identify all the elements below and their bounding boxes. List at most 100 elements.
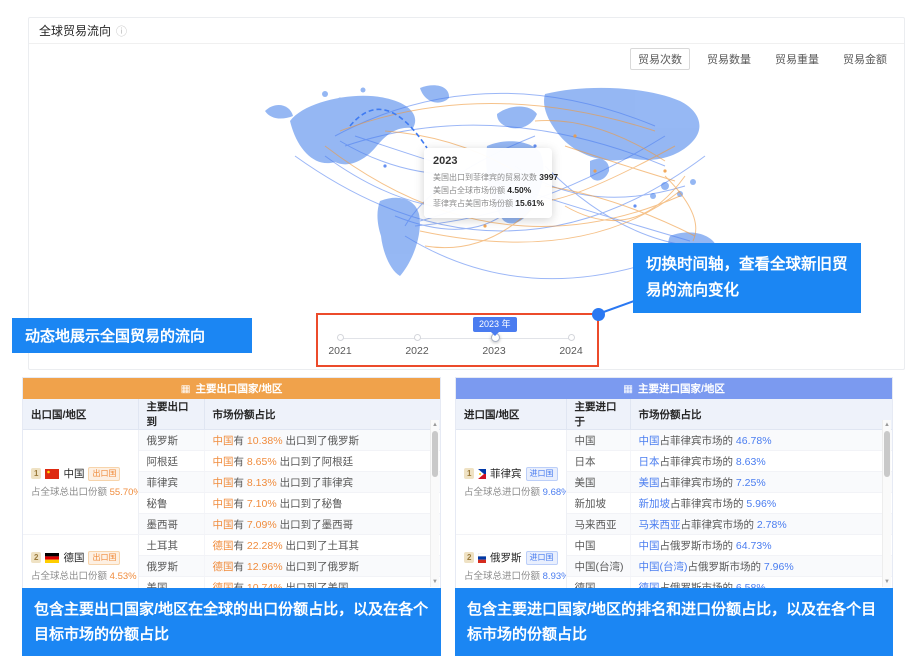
export-table-scrollbar[interactable]: ▲ ▼ bbox=[430, 420, 439, 587]
partner-country-cell: 马来西亚 bbox=[566, 514, 630, 535]
partner-country-cell: 日本 bbox=[566, 451, 630, 472]
country-name: 德国 bbox=[63, 550, 84, 565]
partner-country-cell: 阿根廷 bbox=[138, 451, 204, 472]
import-table-scrollbar[interactable]: ▲ ▼ bbox=[882, 420, 891, 587]
col-export-share: 市场份额占比 bbox=[204, 399, 440, 430]
timeline-value-tooltip: 2023 年 bbox=[473, 317, 517, 332]
country-role-tag: 出口国 bbox=[88, 467, 120, 481]
annotation-import-table: 包含主要进口国家/地区的排名和进口份额占比，以及在各个目标市场的份额占比 bbox=[455, 588, 893, 656]
year-label-2023[interactable]: 2023 bbox=[474, 345, 514, 357]
partner-country-cell: 菲律宾 bbox=[138, 472, 204, 493]
import-table: ▦ 主要进口国家/地区 进口国/地区 主要进口于 市场份额占比 1菲律宾进口国占… bbox=[455, 377, 893, 589]
market-share-cell: 新加坡占菲律宾市场的 5.96% bbox=[630, 493, 892, 514]
page: 全球贸易流向 ⓘ 贸易次数 贸易数量 贸易重量 贸易金额 bbox=[0, 0, 913, 658]
scroll-up-icon[interactable]: ▲ bbox=[883, 420, 891, 430]
col-import-country: 进口国/地区 bbox=[456, 399, 566, 430]
table-row: 1菲律宾进口国占全球总进口份额 9.68%中国中国占菲律宾市场的 46.78% bbox=[456, 430, 892, 451]
year-label-2024[interactable]: 2024 bbox=[551, 345, 591, 357]
partner-country-cell: 土耳其 bbox=[138, 535, 204, 556]
rank-badge: 2 bbox=[31, 552, 41, 563]
flag-china bbox=[45, 469, 59, 479]
market-share-cell: 德国有 12.96% 出口到了俄罗斯 bbox=[204, 556, 440, 577]
col-import-share: 市场份额占比 bbox=[630, 399, 892, 430]
market-share-cell: 中国有 10.38% 出口到了俄罗斯 bbox=[204, 430, 440, 451]
metric-button-amount[interactable]: 贸易金额 bbox=[836, 49, 894, 69]
scrollbar-thumb[interactable] bbox=[432, 431, 438, 477]
tooltip-line-market-share: 菲律宾占美国市场份额 15.61% bbox=[433, 197, 543, 210]
table-icon: ▦ bbox=[623, 383, 633, 395]
country-name: 俄罗斯 bbox=[490, 550, 522, 565]
table-icon: ▦ bbox=[181, 383, 191, 395]
table-row: 1中国出口国占全球总出口份额 55.70%俄罗斯中国有 10.38% 出口到了俄… bbox=[23, 430, 440, 451]
market-share-cell: 日本占菲律宾市场的 8.63% bbox=[630, 451, 892, 472]
market-share-cell: 美国占菲律宾市场的 7.25% bbox=[630, 472, 892, 493]
partner-country-cell: 墨西哥 bbox=[138, 514, 204, 535]
market-share-cell: 马来西亚占菲律宾市场的 2.78% bbox=[630, 514, 892, 535]
timeline-tick-2022[interactable] bbox=[414, 334, 421, 341]
partner-country-cell: 中国(台湾) bbox=[566, 556, 630, 577]
country-name: 中国 bbox=[63, 466, 84, 481]
col-import-source: 主要进口于 bbox=[566, 399, 630, 430]
market-share-cell: 中国有 8.65% 出口到了阿根廷 bbox=[204, 451, 440, 472]
market-share-cell: 中国(台湾)占俄罗斯市场的 7.96% bbox=[630, 556, 892, 577]
tooltip-line-count: 美国出口到菲律宾的贸易次数 3997 bbox=[433, 171, 543, 184]
partner-country-cell: 中国 bbox=[566, 430, 630, 451]
market-share-cell: 中国有 7.09% 出口到了墨西哥 bbox=[204, 514, 440, 535]
metric-button-weight[interactable]: 贸易重量 bbox=[768, 49, 826, 69]
annotation-map-flow: 动态地展示全国贸易的流向 bbox=[12, 318, 252, 353]
partner-country-cell: 美国 bbox=[566, 472, 630, 493]
timeline-slider[interactable] bbox=[340, 338, 572, 339]
tooltip-line-global-share: 美国占全球市场份额 4.50% bbox=[433, 184, 543, 197]
market-share-cell: 中国有 7.10% 出口到了秘鲁 bbox=[204, 493, 440, 514]
export-table-title: ▦ 主要出口国家/地区 bbox=[23, 378, 440, 399]
global-share: 占全球总进口份额 9.68% bbox=[464, 484, 558, 498]
scroll-down-icon[interactable]: ▼ bbox=[431, 577, 439, 587]
card-header: 全球贸易流向 ⓘ bbox=[29, 18, 904, 44]
partner-country-cell: 秘鲁 bbox=[138, 493, 204, 514]
timeline-tick-2024[interactable] bbox=[568, 334, 575, 341]
metric-button-quantity[interactable]: 贸易数量 bbox=[700, 49, 758, 69]
year-label-2021[interactable]: 2021 bbox=[320, 345, 360, 357]
country-role-tag: 出口国 bbox=[88, 551, 120, 565]
country-role-tag: 进口国 bbox=[526, 551, 558, 565]
page-title: 全球贸易流向 bbox=[39, 22, 111, 39]
table-row: 2俄罗斯进口国占全球总进口份额 8.93%中国中国占俄罗斯市场的 64.73% bbox=[456, 535, 892, 556]
scroll-up-icon[interactable]: ▲ bbox=[431, 420, 439, 430]
global-share: 占全球总出口份额 4.53% bbox=[31, 568, 130, 582]
market-share-cell: 中国占俄罗斯市场的 64.73% bbox=[630, 535, 892, 556]
metric-toolbar: 贸易次数 贸易数量 贸易重量 贸易金额 bbox=[630, 48, 894, 70]
table-row: 2德国出口国占全球总出口份额 4.53%土耳其德国有 22.28% 出口到了土耳… bbox=[23, 535, 440, 556]
annotation-timeline: 切换时间轴，查看全球新旧贸易的流向变化 bbox=[633, 243, 861, 313]
market-share-cell: 中国占菲律宾市场的 46.78% bbox=[630, 430, 892, 451]
partner-country-cell: 新加坡 bbox=[566, 493, 630, 514]
market-share-cell: 中国有 8.13% 出口到了菲律宾 bbox=[204, 472, 440, 493]
metric-button-count[interactable]: 贸易次数 bbox=[630, 48, 690, 70]
rank-badge: 2 bbox=[464, 552, 474, 563]
global-share: 占全球总进口份额 8.93% bbox=[464, 568, 558, 582]
scroll-down-icon[interactable]: ▼ bbox=[883, 577, 891, 587]
partner-country-cell: 俄罗斯 bbox=[138, 430, 204, 451]
country-group-cell: 1 菲律宾进口国占全球总进口份额 9.68% bbox=[456, 430, 566, 535]
global-share: 占全球总出口份额 55.70% bbox=[31, 484, 130, 498]
partner-country-cell: 俄罗斯 bbox=[138, 556, 204, 577]
tooltip-year: 2023 bbox=[433, 155, 543, 167]
rank-badge: 1 bbox=[31, 468, 41, 479]
country-role-tag: 进口国 bbox=[526, 467, 558, 481]
flag-russia bbox=[478, 553, 486, 563]
flag-germany bbox=[45, 553, 59, 563]
timeline-highlight-box bbox=[316, 313, 599, 367]
map-tooltip: 2023 美国出口到菲律宾的贸易次数 3997 美国占全球市场份额 4.50% … bbox=[424, 148, 552, 218]
col-export-country: 出口国/地区 bbox=[23, 399, 138, 430]
flag-philippines bbox=[478, 469, 486, 479]
col-export-dest: 主要出口到 bbox=[138, 399, 204, 430]
timeline-tick-2021[interactable] bbox=[337, 334, 344, 341]
country-name: 菲律宾 bbox=[490, 466, 522, 481]
market-share-cell: 德国有 22.28% 出口到了土耳其 bbox=[204, 535, 440, 556]
year-label-2022[interactable]: 2022 bbox=[397, 345, 437, 357]
rank-badge: 1 bbox=[464, 468, 474, 479]
annotation-anchor-dot bbox=[592, 308, 605, 321]
annotation-export-table: 包含主要出口国家/地区在全球的出口份额占比，以及在各个目标市场的份额占比 bbox=[22, 588, 441, 656]
info-icon[interactable]: ⓘ bbox=[116, 23, 127, 39]
import-table-title: ▦ 主要进口国家/地区 bbox=[456, 378, 892, 399]
scrollbar-thumb[interactable] bbox=[884, 431, 890, 477]
